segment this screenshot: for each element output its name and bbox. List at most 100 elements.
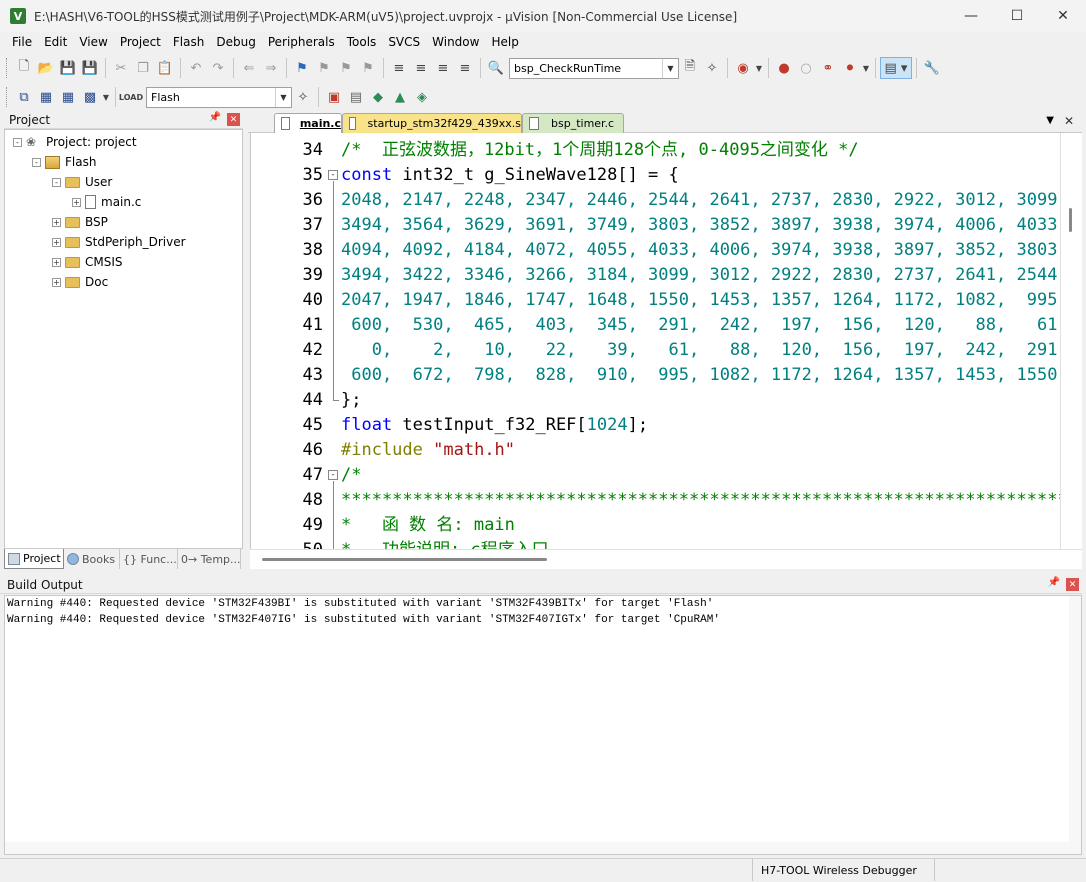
expand-icon[interactable]: +: [52, 237, 61, 247]
breakpoint-icon[interactable]: ●: [773, 57, 795, 79]
build-output-horizontal-scrollbar[interactable]: [5, 842, 1069, 854]
run-time-environment-icon[interactable]: ◈: [411, 86, 433, 108]
toolbar-grip[interactable]: [6, 58, 9, 78]
code-line[interactable]: 45 float testInput_f32_REF[1024];: [251, 413, 1060, 438]
tab-functions[interactable]: {} Func...: [120, 549, 178, 569]
batch-build-icon[interactable]: ▩: [79, 86, 101, 108]
fold-collapse-icon[interactable]: -: [328, 170, 338, 180]
menu-peripherals[interactable]: Peripherals: [262, 35, 341, 49]
menu-tools[interactable]: Tools: [341, 35, 383, 49]
tab-startup-s[interactable]: startup_stm32f429_439xx.s: [342, 113, 522, 133]
menu-edit[interactable]: Edit: [38, 35, 73, 49]
expand-icon[interactable]: +: [52, 277, 61, 287]
find-in-files-icon[interactable]: 🔍: [485, 57, 507, 79]
window-layout-icon[interactable]: ▤ ▾: [880, 57, 912, 79]
maximize-button[interactable]: ☐: [994, 0, 1040, 32]
tree-node-file-main-c[interactable]: + main.c: [72, 192, 141, 212]
close-icon[interactable]: ✕: [1066, 578, 1079, 591]
pin-icon[interactable]: 📌: [209, 112, 221, 123]
close-tab-icon[interactable]: ✕: [1064, 114, 1074, 128]
uncomment-icon[interactable]: ≡: [454, 57, 476, 79]
code-line[interactable]: 49 * 函 数 名: main: [251, 513, 1060, 538]
menu-flash[interactable]: Flash: [167, 35, 210, 49]
menu-file[interactable]: File: [6, 35, 38, 49]
file-extensions-icon[interactable]: ▤: [345, 86, 367, 108]
code-line[interactable]: 44};: [251, 388, 1060, 413]
tree-node-target-flash[interactable]: - Flash: [32, 152, 96, 172]
chevron-down-icon[interactable]: ▼: [662, 58, 678, 78]
scrollbar-thumb[interactable]: [262, 558, 547, 561]
collapse-icon[interactable]: -: [52, 177, 61, 187]
expand-icon[interactable]: +: [72, 197, 81, 207]
code-line[interactable]: 38 4094, 4092, 4184, 4072, 4055, 4033, 40…: [251, 238, 1060, 263]
cut-icon[interactable]: ✂: [110, 57, 132, 79]
tab-project[interactable]: Project: [4, 549, 64, 569]
tab-books[interactable]: Books: [64, 549, 120, 569]
code-line[interactable]: 35- const int32_t g_SineWave128[] = {: [251, 163, 1060, 188]
chevron-down-icon[interactable]: ▼: [101, 86, 111, 108]
scrollbar-thumb[interactable]: [1069, 208, 1072, 232]
close-button[interactable]: ✕: [1040, 0, 1086, 32]
pack-installer-icon[interactable]: ◆: [367, 86, 389, 108]
tab-list-dropdown-icon[interactable]: ▼: [1046, 115, 1054, 126]
fold-collapse-icon[interactable]: -: [328, 470, 338, 480]
kill-breakpoints-icon[interactable]: ⚫: [839, 57, 861, 79]
code-editor[interactable]: 34 /* 正弦波数据，12bit，1个周期128个点, 0-4095之间变化 *…: [250, 133, 1060, 549]
target-combo[interactable]: Flash ▼: [146, 86, 292, 108]
next-bookmark-icon[interactable]: ⚑: [335, 57, 357, 79]
save-icon[interactable]: 💾: [57, 57, 79, 79]
code-line[interactable]: 47-/*: [251, 463, 1060, 488]
save-all-icon[interactable]: 💾: [79, 57, 101, 79]
prev-bookmark-icon[interactable]: ⚑: [313, 57, 335, 79]
nav-forward-icon[interactable]: ⇒: [260, 57, 282, 79]
chevron-down-icon[interactable]: ▼: [861, 57, 871, 79]
menu-view[interactable]: View: [73, 35, 113, 49]
translate-icon[interactable]: ⧉: [13, 86, 35, 108]
debug-session-icon[interactable]: ◉: [732, 57, 754, 79]
code-line[interactable]: 40 2047, 1947, 1846, 1747, 1648, 1550, 14…: [251, 288, 1060, 313]
build-output-pane[interactable]: Warning #440: Requested device 'STM32F43…: [4, 595, 1082, 855]
target-options-icon[interactable]: ✧: [292, 86, 314, 108]
code-line[interactable]: 36 2048, 2147, 2248, 2347, 2446, 2544, 26…: [251, 188, 1060, 213]
indent-icon[interactable]: ≡: [388, 57, 410, 79]
chevron-down-icon[interactable]: ▼: [275, 87, 291, 107]
minimize-button[interactable]: —: [948, 0, 994, 32]
comment-icon[interactable]: ≡: [432, 57, 454, 79]
expand-icon[interactable]: +: [52, 257, 61, 267]
menu-svcs[interactable]: SVCS: [382, 35, 426, 49]
collapse-icon[interactable]: -: [13, 137, 22, 147]
code-line[interactable]: 46 #include "math.h": [251, 438, 1060, 463]
collapse-icon[interactable]: -: [32, 157, 41, 167]
configure-wrench-icon[interactable]: 🔧: [921, 57, 943, 79]
expand-icon[interactable]: +: [52, 217, 61, 227]
tree-node-project[interactable]: - ❀ Project: project: [13, 132, 137, 152]
tree-node-group-bsp[interactable]: + BSP: [52, 212, 108, 232]
disable-breakpoint-icon[interactable]: ○: [795, 57, 817, 79]
new-file-icon[interactable]: 🗋: [13, 57, 35, 79]
menu-window[interactable]: Window: [426, 35, 485, 49]
code-line[interactable]: 39 3494, 3422, 3346, 3266, 3184, 3099, 30…: [251, 263, 1060, 288]
find-combo[interactable]: bsp_CheckRunTime ▼: [509, 57, 679, 79]
menu-debug[interactable]: Debug: [210, 35, 261, 49]
rebuild-icon[interactable]: ▦: [57, 86, 79, 108]
code-line[interactable]: 48 **************************************…: [251, 488, 1060, 513]
tree-node-group-doc[interactable]: + Doc: [52, 272, 108, 292]
code-line[interactable]: 34 /* 正弦波数据，12bit，1个周期128个点, 0-4095之间变化 *…: [251, 138, 1060, 163]
code-line[interactable]: 42 0, 2, 10, 22, 39, 61, 88, 120, 156, 1…: [251, 338, 1060, 363]
download-load-icon[interactable]: LOAD: [119, 86, 143, 108]
redo-icon[interactable]: ↷: [207, 57, 229, 79]
manage-components-icon[interactable]: ▣: [323, 86, 345, 108]
disable-all-breakpoints-icon[interactable]: ⚭: [817, 57, 839, 79]
close-icon[interactable]: ✕: [227, 113, 240, 126]
tab-templates[interactable]: 0→ Temp...: [178, 549, 241, 569]
tab-main-c[interactable]: main.c: [274, 113, 342, 133]
incremental-find-icon[interactable]: ✧: [701, 57, 723, 79]
menu-help[interactable]: Help: [485, 35, 524, 49]
find-icon[interactable]: 🗎: [679, 57, 701, 79]
pin-icon[interactable]: 📌: [1048, 577, 1060, 588]
chevron-down-icon[interactable]: ▼: [754, 57, 764, 79]
tree-node-group-stdperiph[interactable]: + StdPeriph_Driver: [52, 232, 186, 252]
code-line[interactable]: 41 600, 530, 465, 403, 345, 291, 242, 19…: [251, 313, 1060, 338]
menu-project[interactable]: Project: [114, 35, 167, 49]
editor-horizontal-scrollbar[interactable]: [250, 549, 1082, 569]
